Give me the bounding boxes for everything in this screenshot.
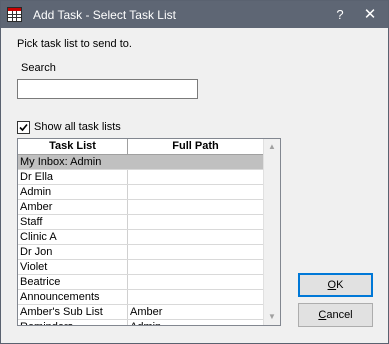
cell-full-path[interactable] (128, 275, 264, 289)
cell-task-list[interactable]: Amber's Sub List (18, 305, 128, 319)
cancel-button[interactable]: Cancel (298, 303, 373, 327)
ok-mnemonic: O (327, 279, 337, 291)
column-header-task-list[interactable]: Task List (18, 139, 128, 154)
app-icon (7, 7, 22, 22)
show-all-checkbox[interactable] (17, 121, 30, 134)
cell-full-path[interactable]: Amber (128, 305, 264, 319)
table-row[interactable]: RemindersAdmin (18, 320, 264, 325)
arrow-up-icon[interactable]: ▲ (264, 139, 280, 155)
cell-task-list[interactable]: Admin (18, 185, 128, 199)
cell-task-list[interactable]: Staff (18, 215, 128, 229)
search-label: Search (21, 62, 56, 74)
table-row[interactable]: Staff (18, 215, 264, 230)
cell-full-path[interactable] (128, 290, 264, 304)
task-list-grid[interactable]: Task List Full Path My Inbox: Admin Dr El… (17, 138, 281, 326)
cell-full-path[interactable] (128, 200, 264, 214)
cell-task-list[interactable]: Amber (18, 200, 128, 214)
cell-task-list[interactable]: Beatrice (18, 275, 128, 289)
ok-label-rest: K (336, 279, 344, 291)
table-row[interactable]: Dr Ella (18, 170, 264, 185)
table-row[interactable]: My Inbox: Admin (18, 155, 264, 170)
cell-task-list[interactable]: My Inbox: Admin (18, 155, 128, 169)
window-title: Add Task - Select Task List (33, 8, 176, 22)
grid-header: Task List Full Path (18, 139, 264, 155)
cell-full-path[interactable] (128, 245, 264, 259)
table-row[interactable]: Violet (18, 260, 264, 275)
table-row[interactable]: Amber's Sub List Amber (18, 305, 264, 320)
checkmark-icon (19, 123, 28, 132)
title-bar[interactable]: Add Task - Select Task List ? ✕ (1, 1, 388, 28)
cell-task-list[interactable]: Announcements (18, 290, 128, 304)
cell-task-list[interactable]: Violet (18, 260, 128, 274)
cell-full-path[interactable]: Admin (128, 320, 264, 325)
table-row[interactable]: Beatrice (18, 275, 264, 290)
show-all-label[interactable]: Show all task lists (34, 121, 121, 133)
grid-rows: My Inbox: Admin Dr Ella Admin Amber Staff Cli… (18, 155, 264, 325)
cell-full-path[interactable] (128, 170, 264, 184)
cell-full-path[interactable] (128, 155, 264, 169)
cell-task-list[interactable]: Clinic A (18, 230, 128, 244)
cell-task-list[interactable]: Dr Ella (18, 170, 128, 184)
table-row[interactable]: Clinic A (18, 230, 264, 245)
cell-full-path[interactable] (128, 185, 264, 199)
select-task-list-dialog: Add Task - Select Task List ? ✕ Pick tas… (0, 0, 389, 344)
cell-full-path[interactable] (128, 230, 264, 244)
cell-full-path[interactable] (128, 215, 264, 229)
cell-task-list[interactable]: Reminders (18, 320, 128, 325)
vertical-scrollbar[interactable]: ▲ ▼ (263, 139, 280, 325)
help-button[interactable]: ? (327, 1, 353, 28)
cell-full-path[interactable] (128, 260, 264, 274)
cell-task-list[interactable]: Dr Jon (18, 245, 128, 259)
close-button[interactable]: ✕ (357, 1, 383, 28)
instruction-text: Pick task list to send to. (17, 38, 132, 50)
search-input[interactable] (17, 79, 198, 99)
table-row[interactable]: Admin (18, 185, 264, 200)
table-row[interactable]: Amber (18, 200, 264, 215)
cancel-label-rest: ancel (326, 309, 353, 321)
arrow-down-icon[interactable]: ▼ (264, 309, 280, 325)
table-row[interactable]: Announcements (18, 290, 264, 305)
column-header-full-path[interactable]: Full Path (128, 139, 264, 154)
table-row[interactable]: Dr Jon (18, 245, 264, 260)
ok-button[interactable]: OK (298, 273, 373, 297)
